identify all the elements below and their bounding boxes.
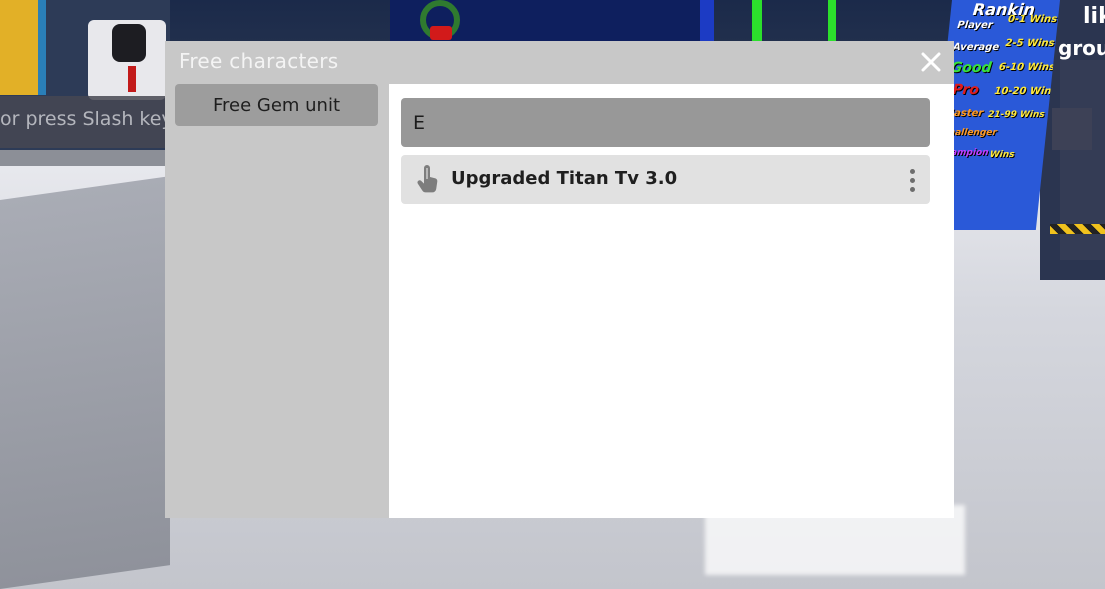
free-characters-dialog: Free characters Free Gem unit E Upgraded…	[165, 41, 954, 518]
hazard-stripe	[1050, 224, 1105, 234]
search-input-value: E	[413, 111, 426, 134]
results-panel: E Upgraded Titan Tv 3.0	[389, 84, 954, 518]
ranking-board-text: Wins	[989, 150, 1016, 160]
dialog-title: Free characters	[179, 49, 339, 73]
game-viewport: or press Slash key Rankin Player 0-1 Wins A…	[0, 0, 1105, 589]
close-button[interactable]	[916, 47, 946, 77]
ranking-board-text: 21-99 Wins	[987, 110, 1046, 120]
wreath-bow	[430, 26, 452, 40]
background-pillar	[700, 0, 714, 45]
ranking-board-text: Average	[952, 42, 1000, 53]
menu-dot	[909, 186, 915, 192]
background-sign-text: lik	[1083, 4, 1105, 29]
close-icon	[921, 52, 941, 72]
chat-hint-text: or press Slash key	[0, 108, 173, 130]
background-sign-text-2: grou	[1058, 36, 1105, 60]
character-name: Upgraded Titan Tv 3.0	[451, 168, 678, 189]
search-input[interactable]: E	[401, 98, 930, 147]
hand-pointer-icon	[415, 165, 441, 195]
background-robot-arm	[1052, 108, 1092, 150]
ranking-board-text: 2-5 Wins	[1004, 38, 1056, 49]
background-neon-bar-2	[828, 0, 836, 45]
tab-label: Free Gem unit	[212, 94, 341, 116]
menu-dot	[909, 168, 915, 174]
ranking-board-text: 6-10 Wins	[998, 62, 1056, 73]
ranking-board-text: Player	[956, 20, 994, 31]
ranking-board-text: 10-20 Wins	[993, 86, 1058, 97]
background-character-head	[112, 24, 146, 62]
list-item[interactable]: Upgraded Titan Tv 3.0	[401, 155, 930, 204]
ranking-board-text: Good	[950, 60, 993, 76]
background-floor-shadow	[0, 176, 170, 589]
ranking-board-text: Pro	[951, 82, 980, 98]
category-sidebar: Free Gem unit	[165, 84, 388, 518]
background-neon-bar	[752, 0, 762, 45]
tab-free-gem-unit[interactable]: Free Gem unit	[175, 84, 378, 126]
more-vertical-icon[interactable]	[904, 166, 920, 194]
menu-dot	[909, 177, 915, 183]
background-character-tie	[128, 66, 136, 92]
background-curb	[0, 150, 170, 166]
background-wall-panel	[0, 0, 46, 95]
ranking-board-text: 0-1 Wins	[1007, 14, 1058, 25]
